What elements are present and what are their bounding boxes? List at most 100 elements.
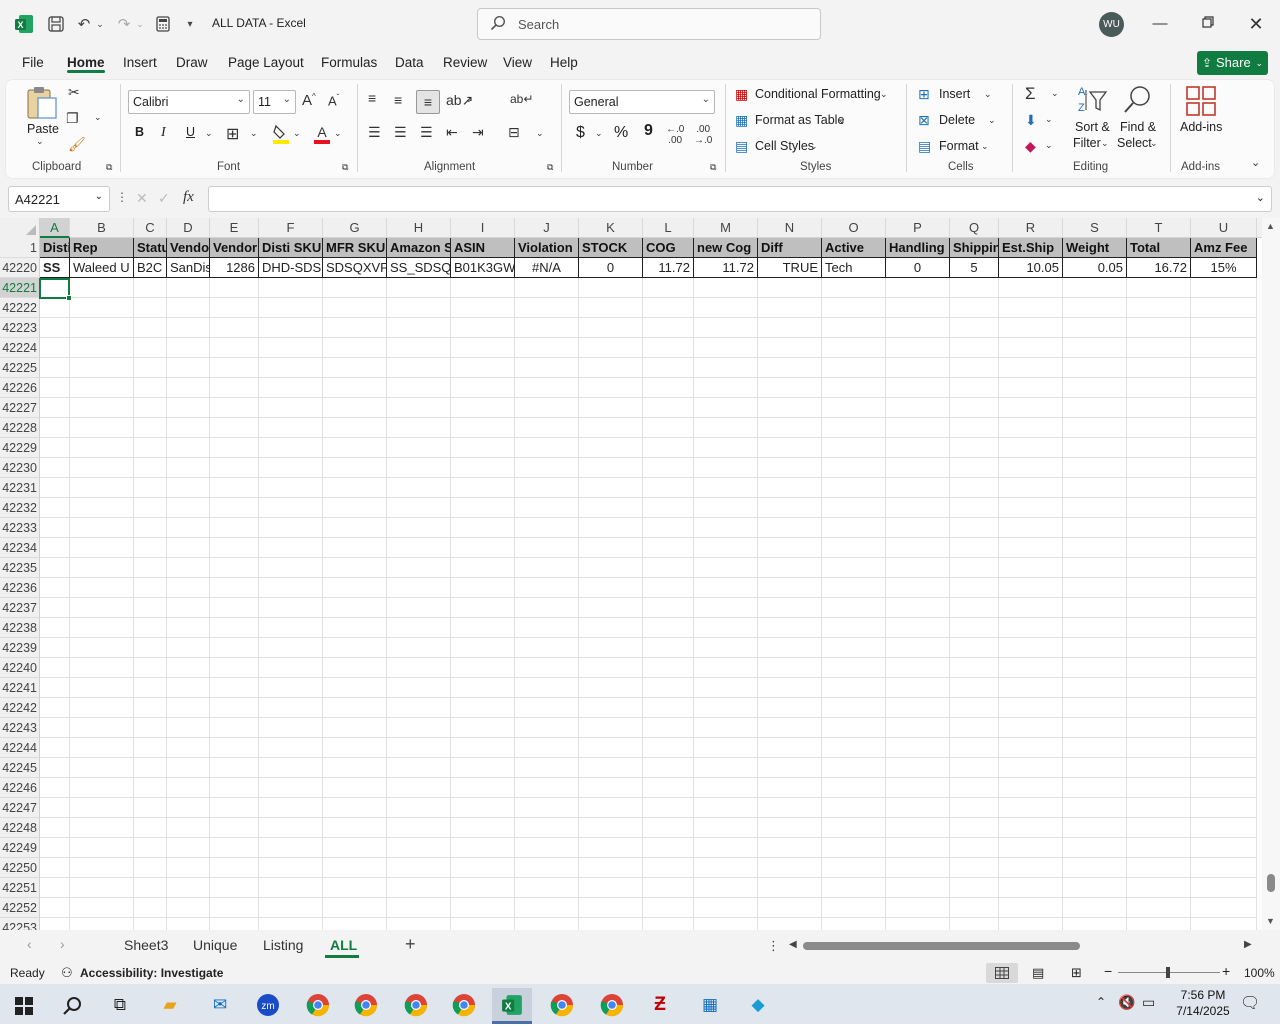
- row-header[interactable]: 42222: [0, 298, 40, 318]
- increase-indent-icon[interactable]: ⇥: [472, 124, 484, 141]
- font-size-select[interactable]: 11 ⌄: [253, 90, 296, 114]
- header-cell[interactable]: Weight: [1063, 238, 1127, 258]
- table-cell[interactable]: 5: [950, 258, 999, 278]
- sheet-tab-sheet3[interactable]: Sheet3: [124, 937, 168, 953]
- network-icon[interactable]: ▭: [1142, 994, 1155, 1011]
- align-top-icon[interactable]: ≡: [368, 90, 376, 106]
- delete-dropdown-icon[interactable]: ⌄: [988, 115, 996, 126]
- sort-label-line1[interactable]: Sort &: [1075, 120, 1110, 134]
- calculator-icon[interactable]: [152, 12, 174, 36]
- name-box[interactable]: A42221 ⌄: [8, 186, 110, 212]
- orientation-dropdown-icon[interactable]: ⌄: [465, 94, 473, 105]
- header-cell[interactable]: COG: [643, 238, 694, 258]
- chrome-icon[interactable]: [444, 988, 484, 1024]
- table-cell[interactable]: 11.72: [643, 258, 694, 278]
- app-diamond-icon[interactable]: ◆: [738, 988, 778, 1024]
- number-launcher-icon[interactable]: ⧉: [710, 162, 716, 173]
- borders-dropdown-icon[interactable]: ⌄: [250, 128, 258, 139]
- comma-button[interactable]: 9: [644, 122, 653, 140]
- table-cell[interactable]: Tech: [822, 258, 886, 278]
- table-cell[interactable]: SS: [40, 258, 70, 278]
- percent-button[interactable]: %: [614, 124, 628, 142]
- delete-cells-button[interactable]: Delete: [939, 113, 975, 127]
- tab-page-layout[interactable]: Page Layout: [228, 55, 304, 70]
- zoom-level[interactable]: 100%: [1244, 966, 1275, 980]
- table-cell[interactable]: SDSQXVF-: [323, 258, 387, 278]
- row-header[interactable]: 42233: [0, 518, 40, 538]
- cancel-entry-icon[interactable]: ✕: [136, 190, 148, 207]
- fill-dropdown-icon[interactable]: ⌄: [1045, 114, 1053, 125]
- insert-function-icon[interactable]: fx: [183, 189, 194, 206]
- cell-styles-dropdown-icon[interactable]: ⌄: [810, 141, 818, 152]
- chrome-icon[interactable]: [298, 988, 338, 1024]
- column-header[interactable]: C: [134, 218, 167, 238]
- add-sheet-icon[interactable]: +: [405, 934, 416, 955]
- align-center-icon[interactable]: ☰: [394, 124, 407, 141]
- sort-filter-icon[interactable]: AZ: [1076, 84, 1108, 117]
- align-right-icon[interactable]: ☰: [420, 124, 433, 141]
- task-view-icon[interactable]: ⧉: [100, 988, 140, 1024]
- format-table-icon[interactable]: ▦: [735, 112, 748, 129]
- clear-icon[interactable]: ◆: [1025, 138, 1036, 155]
- delete-cells-icon[interactable]: ⊠: [918, 112, 930, 129]
- insert-dropdown-icon[interactable]: ⌄: [984, 89, 992, 100]
- zoom-in-icon[interactable]: +: [1222, 963, 1230, 979]
- decrease-indent-icon[interactable]: ⇤: [446, 124, 458, 141]
- number-format-select[interactable]: General ⌄: [569, 90, 715, 114]
- sheet-tab-all[interactable]: ALL: [330, 937, 357, 953]
- header-cell[interactable]: Amz Fee: [1191, 238, 1257, 258]
- row-header[interactable]: 42246: [0, 778, 40, 798]
- column-header[interactable]: M: [694, 218, 758, 238]
- header-cell[interactable]: Rep: [70, 238, 134, 258]
- row-header[interactable]: 42229: [0, 438, 40, 458]
- format-dropdown-icon[interactable]: ⌄: [981, 141, 989, 152]
- column-header[interactable]: I: [451, 218, 515, 238]
- table-cell[interactable]: 11.72: [694, 258, 758, 278]
- add-ins-icon[interactable]: [1186, 86, 1216, 119]
- tab-insert[interactable]: Insert: [123, 55, 157, 70]
- horizontal-scroll-thumb[interactable]: [803, 942, 1080, 950]
- windows-start-icon[interactable]: [4, 988, 44, 1024]
- table-cell[interactable]: #N/A: [515, 258, 579, 278]
- save-icon[interactable]: [44, 12, 68, 36]
- row-header[interactable]: 42227: [0, 398, 40, 418]
- file-explorer-icon[interactable]: ▰: [150, 988, 190, 1024]
- chrome-icon[interactable]: [396, 988, 436, 1024]
- prev-sheet-icon[interactable]: ‹: [27, 936, 32, 952]
- zoom-icon[interactable]: zm: [248, 988, 288, 1024]
- row-header[interactable]: 42252: [0, 898, 40, 918]
- table-cell[interactable]: SanDis: [167, 258, 210, 278]
- table-cell[interactable]: 16.72: [1127, 258, 1191, 278]
- row-header[interactable]: 42224: [0, 338, 40, 358]
- select-all-button[interactable]: [0, 218, 40, 238]
- zoom-slider-thumb[interactable]: [1166, 967, 1170, 978]
- page-layout-view-icon[interactable]: ▤: [1032, 965, 1044, 981]
- font-color-dropdown-icon[interactable]: ⌄: [334, 128, 342, 139]
- merge-center-icon[interactable]: ⊟: [508, 124, 520, 141]
- row-header[interactable]: 42238: [0, 618, 40, 638]
- vertical-scroll-thumb[interactable]: [1267, 874, 1275, 892]
- column-header[interactable]: N: [758, 218, 822, 238]
- increase-decimal-icon[interactable]: ←.0.00: [666, 124, 684, 146]
- row-header[interactable]: 42220: [0, 258, 40, 278]
- wrap-text-icon[interactable]: ab↵: [510, 92, 533, 106]
- tab-view[interactable]: View: [503, 55, 532, 70]
- scroll-down-icon[interactable]: ▼: [1266, 916, 1275, 926]
- row-header[interactable]: 42235: [0, 558, 40, 578]
- row-header[interactable]: 1: [0, 238, 40, 258]
- font-name-select[interactable]: Calibri ⌄: [128, 90, 250, 114]
- sheet-tab-unique[interactable]: Unique: [193, 937, 237, 953]
- column-header[interactable]: P: [886, 218, 950, 238]
- sort-dropdown-icon[interactable]: ⌄: [1101, 138, 1109, 149]
- restore-icon[interactable]: [1196, 12, 1220, 36]
- row-header[interactable]: 42232: [0, 498, 40, 518]
- column-header[interactable]: K: [579, 218, 643, 238]
- header-cell[interactable]: MFR SKU: [323, 238, 387, 258]
- chevron-up-icon[interactable]: ⌃: [1096, 995, 1106, 1009]
- row-header[interactable]: 42234: [0, 538, 40, 558]
- column-header[interactable]: E: [210, 218, 259, 238]
- format-cells-button[interactable]: Format: [939, 139, 979, 153]
- column-header[interactable]: R: [999, 218, 1063, 238]
- header-cell[interactable]: Vendo: [167, 238, 210, 258]
- vertical-scrollbar[interactable]: ▲ ▼: [1262, 218, 1280, 930]
